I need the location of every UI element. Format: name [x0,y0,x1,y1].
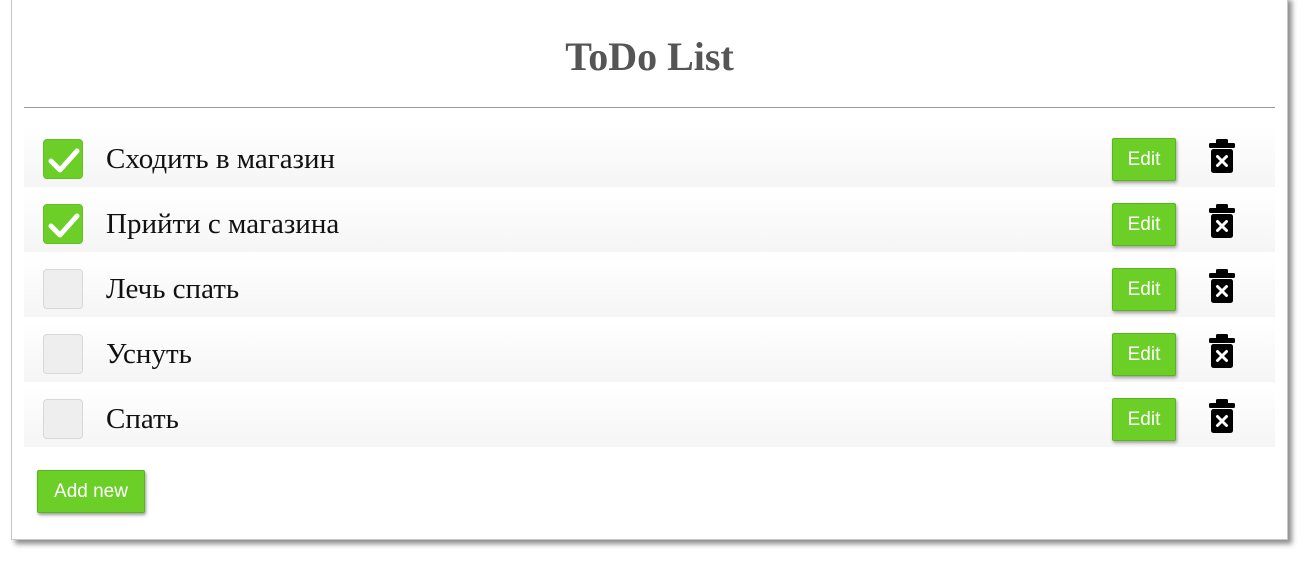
todo-item: Уснуть Edit [24,320,1275,382]
todo-checkbox[interactable] [43,139,83,179]
delete-button[interactable] [1208,398,1236,434]
trash-x-icon [1209,269,1235,303]
edit-button[interactable]: Edit [1112,203,1176,246]
edit-button[interactable]: Edit [1112,138,1176,181]
todo-checkbox[interactable] [43,399,83,439]
add-new-button[interactable]: Add new [37,470,145,513]
edit-button[interactable]: Edit [1112,398,1176,441]
edit-button[interactable]: Edit [1112,268,1176,311]
todo-text: Уснуть [106,338,192,370]
trash-x-icon [1209,399,1235,433]
todo-text: Прийти с магазина [106,208,340,240]
todo-list: Сходить в магазин Edit Прийти с магазина… [24,125,1275,450]
todo-text: Лечь спать [106,273,240,305]
todo-text: Сходить в магазин [106,143,336,175]
edit-button[interactable]: Edit [1112,333,1176,376]
todo-checkbox[interactable] [43,204,83,244]
todo-text: Спать [106,403,179,435]
checkmark-icon [48,148,80,173]
todo-checkbox[interactable] [43,334,83,374]
delete-button[interactable] [1208,203,1236,239]
page-title: ToDo List [565,34,734,79]
todo-item: Спать Edit [24,385,1275,447]
delete-button[interactable] [1208,333,1236,369]
title-divider [24,107,1275,108]
todo-item: Сходить в магазин Edit [24,125,1275,187]
todo-card: ToDo List Сходить в магазин Edit Прийти … [11,0,1288,540]
todo-item: Лечь спать Edit [24,255,1275,317]
checkmark-icon [48,213,80,238]
delete-button[interactable] [1208,138,1236,174]
trash-x-icon [1209,139,1235,173]
delete-button[interactable] [1208,268,1236,304]
todo-checkbox[interactable] [43,269,83,309]
todo-item: Прийти с магазина Edit [24,190,1275,252]
trash-x-icon [1209,334,1235,368]
trash-x-icon [1209,204,1235,238]
